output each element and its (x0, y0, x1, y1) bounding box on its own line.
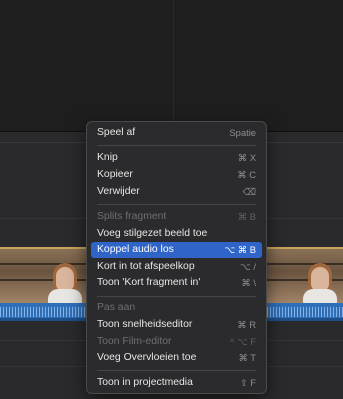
menu-separator (97, 296, 256, 297)
menu-item-detach-audio[interactable]: Koppel audio los ⌥ ⌘ B (91, 242, 262, 258)
menu-item-play[interactable]: Speel af Spatie (91, 125, 262, 141)
menu-item-shortcut: ⌘ B (237, 211, 256, 222)
menu-item-shortcut: Spatie (229, 127, 256, 138)
menu-item-adjust[interactable]: Pas aan (91, 300, 262, 316)
menu-item-label: Toon in projectmedia (97, 377, 193, 388)
menu-item-label: Voeg stilgezet beeld toe (97, 228, 208, 239)
menu-item-trim-to-playhead[interactable]: Kort in tot afspeelkop ⌥ / (91, 259, 262, 275)
menu-item-label: Toon snelheidseditor (97, 319, 193, 330)
menu-item-shortcut: ⌫ (242, 186, 256, 197)
menu-item-show-clip-trimmer[interactable]: Toon 'Kort fragment in' ⌘ \ (91, 275, 262, 291)
menu-item-shortcut: ⌘ \ (241, 277, 256, 288)
viewer-divider (173, 0, 174, 131)
menu-item-shortcut: ⇧ F (239, 377, 256, 388)
menu-item-label: Pas aan (97, 302, 136, 313)
menu-item-add-freeze-frame[interactable]: Voeg stilgezet beeld toe (91, 226, 262, 242)
menu-item-shortcut: ⌘ R (237, 319, 256, 330)
menu-item-shortcut: ⌘ X (237, 152, 256, 163)
menu-item-label: Voeg Overvloeien toe (97, 352, 197, 363)
menu-item-shortcut: ⌘ T (238, 352, 256, 363)
menu-item-shortcut: ⌥ / (239, 261, 256, 272)
menu-item-label: Koppel audio los (97, 244, 174, 255)
menu-item-label: Kopieer (97, 169, 133, 180)
menu-item-label: Splits fragment (97, 211, 167, 222)
menu-item-copy[interactable]: Kopieer ⌘ C (91, 167, 262, 183)
menu-item-label: Toon 'Kort fragment in' (97, 277, 201, 288)
menu-item-shortcut: ^ ⌥ F (229, 336, 256, 347)
menu-separator (97, 145, 256, 146)
menu-item-show-movie-editor[interactable]: Toon Film-editor ^ ⌥ F (91, 334, 262, 350)
menu-item-label: Verwijder (97, 186, 140, 197)
menu-item-label: Knip (97, 152, 118, 163)
viewer-area (0, 0, 343, 132)
menu-item-add-cross-dissolve[interactable]: Voeg Overvloeien toe ⌘ T (91, 350, 262, 366)
menu-item-shortcut: ⌘ C (237, 169, 256, 180)
menu-item-split-clip[interactable]: Splits fragment ⌘ B (91, 209, 262, 225)
menu-separator (97, 204, 256, 205)
menu-separator (97, 370, 256, 371)
clip-thumbnail (44, 249, 88, 305)
clip-thumbnail (0, 249, 44, 305)
context-menu: Speel af Spatie Knip ⌘ X Kopieer ⌘ C Ver… (86, 121, 267, 394)
menu-item-label: Kort in tot afspeelkop (97, 261, 195, 272)
menu-item-reveal-in-project-media[interactable]: Toon in projectmedia ⇧ F (91, 375, 262, 391)
menu-item-label: Toon Film-editor (97, 336, 172, 347)
menu-item-show-speed-editor[interactable]: Toon snelheidseditor ⌘ R (91, 317, 262, 333)
menu-item-cut[interactable]: Knip ⌘ X (91, 150, 262, 166)
menu-item-shortcut: ⌥ ⌘ B (224, 244, 256, 255)
menu-item-delete[interactable]: Verwijder ⌫ (91, 184, 262, 200)
clip-thumbnail (299, 249, 343, 305)
menu-item-label: Speel af (97, 127, 136, 138)
